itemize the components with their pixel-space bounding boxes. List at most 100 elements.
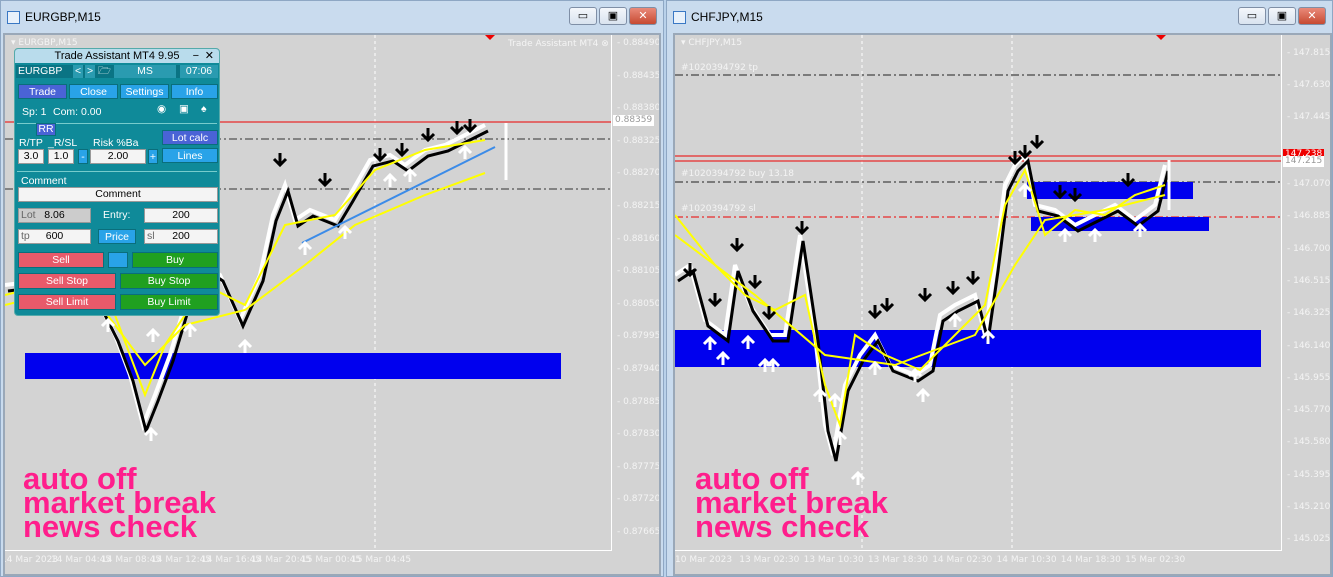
risk-decrease-button[interactable]: - [78,149,88,164]
time-tick-label: 15 Mar 02:30 [1125,555,1186,565]
profile-button[interactable]: MS [114,65,176,78]
tab-info[interactable]: Info [171,84,218,99]
price-tick-label: - 147.815 [1287,48,1331,58]
rtp-input[interactable]: 3.0 [18,149,44,164]
price-button[interactable]: Price [98,229,136,244]
bell-icon[interactable]: ♠ [201,103,207,115]
buy-limit-button[interactable]: Buy Limit [120,294,218,310]
title-bar[interactable]: CHFJPY,M15 [667,1,1332,33]
panel-close-button[interactable]: ✕ [205,49,214,63]
eye-icon[interactable]: ◉ [157,103,166,115]
buy-signal-arrow-up-icon [145,327,161,342]
price-tick-label: - 0.87665 [617,527,661,537]
overlay-text: auto off market break news check [695,461,889,544]
buy-signal-arrow-up-icon [237,338,253,353]
price-tick-label: - 145.210 [1287,502,1331,512]
sell-limit-button[interactable]: Sell Limit [18,294,116,310]
price-tick-label: - 146.885 [1287,211,1331,222]
price-tick-label: - 0.87720 [617,494,661,505]
price-chart[interactable]: ▾ CHFJPY,M15 #1020394792 tp #1020394792 … [673,33,1332,576]
sell-signal-arrow-down-icon [394,143,410,158]
tp-order-tag: #1020394792 tp [681,63,758,73]
tp-input[interactable]: tp 600 [18,229,91,244]
spread-indicator [108,252,128,268]
sell-button[interactable]: Sell [18,252,104,268]
tab-trade[interactable]: Trade [18,84,67,99]
price-tick-label: - 147.630 [1287,79,1331,90]
price-tick-label: - 0.88270 [617,168,661,179]
price-tick-label: - 146.325 [1287,308,1331,319]
commission-label: Com: 0.00 [53,106,102,118]
spread-label: Sp: 1 [22,106,47,118]
buy-signal-arrow-up-icon [1057,227,1073,242]
maximize-button[interactable]: ▣ [599,7,627,25]
chart-window-icon [673,10,686,24]
sell-signal-arrow-down-icon [879,298,895,313]
price-tick-label: - 0.88380 [617,103,661,114]
buy-signal-arrow-up-icon [297,240,313,255]
buy-signal-arrow-up-icon [915,387,931,402]
current-price-label: 0.88359 [613,115,655,126]
buy-signal-arrow-up-icon [182,322,198,337]
sell-signal-arrow-down-icon [707,293,723,308]
price-tick-label: - 0.87940 [617,364,661,374]
title-bar[interactable]: EURGBP,M15 [1,1,663,33]
panel-minimize-button[interactable]: − [193,49,199,63]
risk-label: Risk %Ba [93,137,139,149]
buy-order-tag: #1020394792 buy 13.18 [681,169,795,179]
price-tick-label: - 0.88050 [617,298,661,309]
comment-input[interactable]: Comment [18,187,218,202]
tab-close[interactable]: Close [69,84,118,99]
window-title: EURGBP,M15 [25,10,101,24]
folder-icon[interactable]: 🗁 [98,65,111,78]
chfjpy-chart-window: CHFJPY,M15 ▭ ▣ ✕ ▾ CHFJPY,M15 #1020394792 … [666,0,1333,577]
buy-signal-arrow-up-icon [382,172,398,187]
buy-button[interactable]: Buy [132,252,218,268]
lines-button[interactable]: Lines [162,148,218,163]
sell-signal-arrow-down-icon [945,281,961,296]
entry-input[interactable]: 200 [144,208,218,223]
trade-assistant-panel: Trade Assistant MT4 9.95− ✕ EURGBP < > 🗁 … [14,48,220,316]
maximize-button[interactable]: ▣ [1268,7,1296,25]
time-tick-label: 14 Mar 2023 [3,555,59,565]
price-tick-label: - 147.070 [1287,179,1331,189]
rsl-input[interactable]: 1.0 [48,149,74,164]
risk-input[interactable]: 2.00 [90,149,146,164]
time-tick-label: 10 Mar 2023 [675,555,733,565]
price-tick-label: - 0.87830 [617,429,661,440]
sell-signal-arrow-down-icon [317,173,333,188]
panel-title-bar[interactable]: Trade Assistant MT4 9.95 − ✕ [15,49,219,63]
sell-signal-arrow-down-icon [794,221,810,236]
price-tick-label: - 0.88435 [617,70,661,81]
price-tick-label: - 0.87885 [617,396,661,407]
tab-settings[interactable]: Settings [120,84,169,99]
lot-input[interactable]: Lot 8.06 [18,208,91,223]
sell-signal-arrow-down-icon [272,153,288,168]
time-tick-label: 15 Mar 04:45 [351,555,412,565]
sl-input[interactable]: sl 200 [144,229,218,244]
buy-stop-button[interactable]: Buy Stop [120,273,218,289]
price-tick-label: - 0.87775 [617,461,661,472]
risk-increase-button[interactable]: + [148,149,158,164]
symbol-select[interactable]: EURGBP [18,65,62,78]
sl-order-tag: #1020394792 sl [681,204,756,214]
sell-stop-button[interactable]: Sell Stop [18,273,116,289]
lot-calc-button[interactable]: Lot calc [162,130,218,145]
calendar-icon[interactable]: ▣ [179,103,189,115]
close-button[interactable]: ✕ [629,7,657,25]
next-symbol-button[interactable]: > [85,65,96,78]
sell-signal-arrow-down-icon [747,275,763,290]
minimize-button[interactable]: ▭ [1238,7,1266,25]
rr-toggle[interactable]: RR [36,123,56,136]
time-tick-label: 14 Mar 18:30 [1060,555,1121,565]
sell-signal-arrow-down-icon [1029,135,1045,150]
period-marker-icon [1156,35,1166,40]
supply-demand-zone [25,353,561,379]
prev-symbol-button[interactable]: < [73,65,84,78]
price-tick-label: - 0.88160 [617,233,661,244]
sell-signal-arrow-down-icon [420,128,436,143]
minimize-button[interactable]: ▭ [569,7,597,25]
time-tick-label: 13 Mar 02:30 [739,555,800,565]
entry-label: Entry: [103,209,131,221]
close-button[interactable]: ✕ [1298,7,1326,25]
